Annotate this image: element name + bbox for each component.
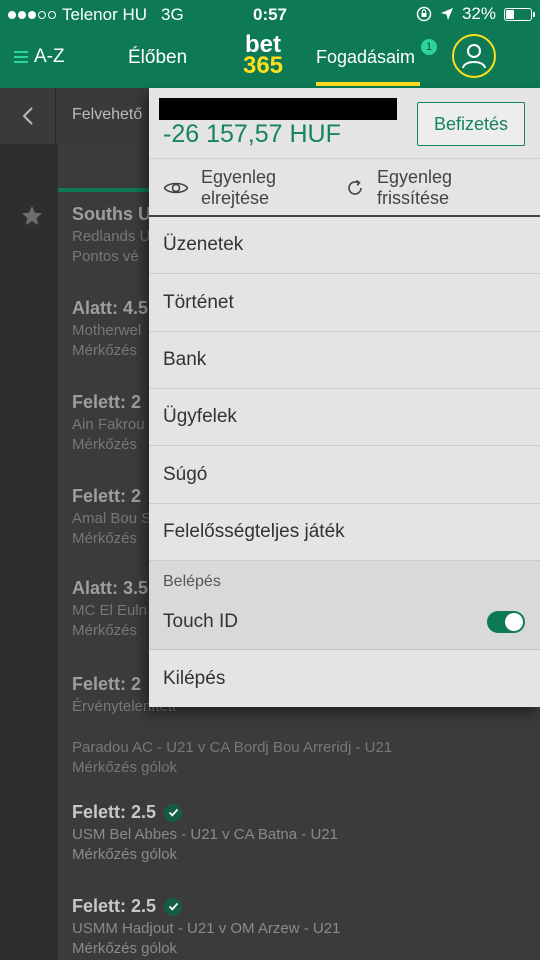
star-icon[interactable]: [20, 204, 44, 228]
status-right: 32%: [416, 4, 535, 24]
menu-item-customers[interactable]: Ügyfelek: [149, 389, 540, 446]
status-bar: Telenor HU 3G 0:57 32%: [0, 0, 540, 28]
touch-id-toggle[interactable]: [487, 611, 525, 633]
won-check-icon: [164, 803, 183, 822]
login-section: Belépés Touch ID: [149, 561, 540, 650]
bet-market: Mérkőzés gólok: [72, 759, 178, 776]
top-nav: A-Z Élőben bet 365 Fogadásaim 1: [0, 28, 540, 88]
user-icon: [462, 44, 486, 69]
hide-balance-label: Egyenleg elrejtése: [201, 167, 277, 208]
account-summary: -26 157,57 HUF Befizetés: [149, 88, 540, 158]
menu-item-responsible-gambling[interactable]: Felelősségteljes játék: [149, 504, 540, 561]
balance-tools: Egyenleg elrejtése Egyenleg frissítése: [149, 158, 540, 217]
account-menu: -26 157,57 HUF Befizetés Egyenleg elrejt…: [149, 88, 540, 707]
battery-icon: [504, 7, 535, 21]
bet-event: USMM Hadjout - U21 v OM Arzew - U21: [72, 920, 341, 937]
touch-id-label: Touch ID: [163, 611, 238, 632]
battery-fill: [506, 9, 514, 19]
az-label: A-Z: [34, 46, 65, 67]
toggle-knob: [505, 613, 523, 631]
chevron-left-icon: [22, 107, 33, 125]
hamburger-icon: [14, 51, 28, 63]
account-button[interactable]: [452, 34, 496, 78]
bet-event: Paradou AC - U21 v CA Bordj Bou Arreridj…: [72, 739, 393, 756]
active-tab-indicator: [316, 82, 420, 86]
eye-icon: [163, 182, 189, 194]
live-tab[interactable]: Élőben: [128, 47, 187, 69]
bet-market: Mérkőzés gólok: [72, 940, 178, 957]
bet-item[interactable]: Paradou AC - U21 v CA Bordj Bou Arreridj…: [72, 736, 512, 776]
redacted-username: [159, 98, 397, 120]
logo-text-bottom: 365: [242, 52, 284, 79]
bet-selection: Felett: 2.5: [72, 896, 512, 917]
account-balance: -26 157,57 HUF: [163, 120, 341, 148]
orientation-lock-icon: [416, 6, 432, 22]
bet365-logo[interactable]: bet 365: [239, 33, 287, 79]
az-menu-button[interactable]: A-Z: [14, 46, 65, 68]
battery-percent: 32%: [461, 4, 496, 23]
bet-market: Mérkőzés gólok: [72, 846, 178, 863]
refresh-icon: [348, 179, 362, 195]
deposit-button[interactable]: Befizetés: [417, 102, 525, 146]
refresh-balance-label: Egyenleg frissítése: [377, 167, 453, 208]
bet-item[interactable]: Felett: 2.5 USMM Hadjout - U21 v OM Arze…: [72, 896, 512, 957]
menu-item-history[interactable]: Történet: [149, 275, 540, 332]
won-check-icon: [164, 897, 183, 916]
my-bets-tab[interactable]: Fogadásaim: [316, 47, 415, 68]
bet-list-gutter: [0, 144, 58, 960]
location-arrow-icon: [440, 8, 453, 20]
back-button[interactable]: [0, 88, 56, 144]
menu-item-help[interactable]: Súgó: [149, 447, 540, 504]
my-bets-count-badge: 1: [421, 39, 437, 55]
bet-selection: Felett: 2.5: [72, 802, 512, 823]
refresh-balance-button[interactable]: Egyenleg frissítése: [345, 167, 452, 209]
bet-item[interactable]: Felett: 2.5 USM Bel Abbes - U21 v CA Bat…: [72, 802, 512, 863]
menu-item-messages[interactable]: Üzenetek: [149, 217, 540, 274]
menu-item-bank[interactable]: Bank: [149, 332, 540, 389]
cashout-filter-tab[interactable]: Felvehető: [72, 106, 142, 124]
bet-event: USM Bel Abbes - U21 v CA Batna - U21: [72, 826, 338, 843]
hide-balance-button[interactable]: Egyenleg elrejtése: [163, 167, 276, 209]
logout-button[interactable]: Kilépés: [149, 650, 540, 707]
login-section-heading: Belépés: [163, 573, 221, 590]
